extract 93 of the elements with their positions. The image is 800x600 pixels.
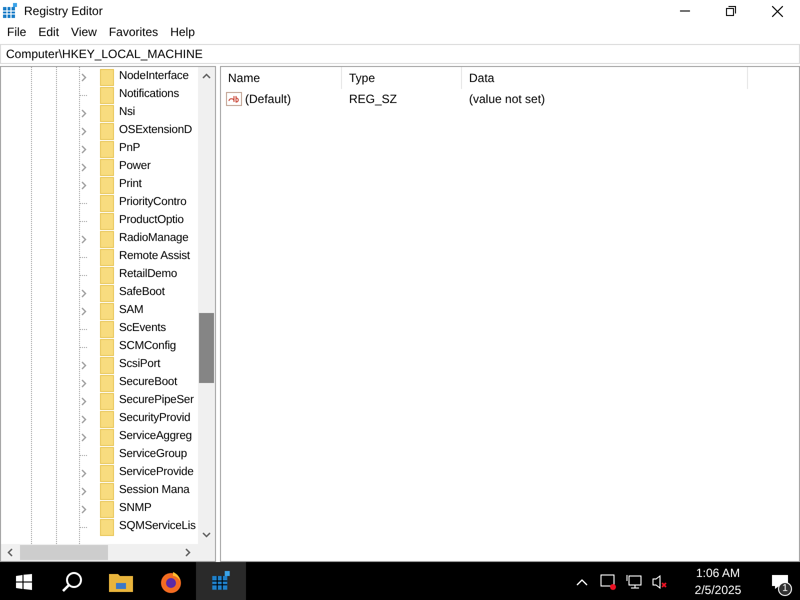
folder-icon xyxy=(100,464,114,482)
tree-item[interactable]: Notifications xyxy=(119,86,180,104)
menu-item[interactable]: Favorites xyxy=(102,22,164,42)
column-header[interactable]: Type xyxy=(342,67,462,89)
menu-item[interactable]: File xyxy=(1,22,32,42)
notification-count: 1 xyxy=(778,582,792,596)
column-header[interactable]: Data xyxy=(462,67,748,89)
folder-icon xyxy=(100,158,114,176)
folder-icon xyxy=(100,284,114,302)
tree-item[interactable]: SecurityProvid xyxy=(119,410,190,428)
folder-icon xyxy=(100,338,114,356)
tree-item[interactable]: PriorityContro xyxy=(119,194,186,212)
table-cell-text: (value not set) xyxy=(468,91,546,108)
string-value-icon xyxy=(226,92,242,106)
tree-item[interactable]: RadioManage xyxy=(119,230,188,248)
muted-speaker-icon[interactable] xyxy=(652,574,668,590)
folder-icon xyxy=(100,302,114,320)
close-icon xyxy=(772,6,782,16)
vertical-scrollbar[interactable] xyxy=(198,67,215,544)
clock-time[interactable]: 1:06 AM xyxy=(696,565,740,582)
menu-item[interactable]: Edit xyxy=(32,22,66,42)
menu-item[interactable]: Help xyxy=(164,22,201,42)
scroll-left-icon[interactable] xyxy=(7,548,13,557)
menu-item[interactable]: View xyxy=(65,22,103,42)
folder-icon xyxy=(100,446,114,464)
folder-icon xyxy=(100,410,114,428)
tree-item[interactable]: Print xyxy=(119,176,142,194)
horizontal-scrollbar[interactable] xyxy=(1,544,215,561)
folder-icon xyxy=(100,194,114,212)
folder-icon xyxy=(100,356,114,374)
registry-app-icon xyxy=(2,3,18,19)
tree-item[interactable]: ProductOptio xyxy=(119,212,184,230)
registry-taskbar-button[interactable] xyxy=(196,562,246,600)
folder-icon xyxy=(100,374,114,392)
address-bar[interactable]: Computer\HKEY_LOCAL_MACHINE xyxy=(0,44,800,64)
folder-icon xyxy=(100,140,114,158)
network-icon[interactable] xyxy=(626,574,642,590)
tree-item[interactable]: PnP xyxy=(119,140,140,158)
folder-icon xyxy=(109,572,133,592)
scroll-right-icon[interactable] xyxy=(185,548,191,557)
notification-button[interactable]: 1 xyxy=(760,562,800,600)
scrollbar-thumb[interactable] xyxy=(20,545,108,560)
search-icon xyxy=(61,571,83,593)
tree-item[interactable]: SafeBoot xyxy=(119,284,165,302)
windows-logo-icon xyxy=(16,574,32,590)
folder-icon xyxy=(100,68,114,86)
folder-icon xyxy=(100,518,114,536)
folder-icon xyxy=(100,86,114,104)
tree-item[interactable]: ServiceAggreg xyxy=(119,428,192,446)
tree-item[interactable]: ServiceGroup xyxy=(119,446,187,464)
tree-item[interactable]: Session Mana xyxy=(119,482,190,500)
tree-item[interactable]: SNMP xyxy=(119,500,152,518)
tree-item[interactable]: OSExtensionD xyxy=(119,122,192,140)
tree-item[interactable]: SQMServiceLis xyxy=(119,518,196,536)
tree-item[interactable]: ServiceProvide xyxy=(119,464,194,482)
folder-icon xyxy=(100,248,114,266)
folder-icon xyxy=(100,176,114,194)
folder-icon xyxy=(100,500,114,518)
tree-item[interactable]: Power xyxy=(119,158,151,176)
folder-icon xyxy=(100,122,114,140)
table-cell-text: (Default) xyxy=(245,91,292,108)
sync-status-icon[interactable] xyxy=(600,574,616,590)
scrollbar-thumb[interactable] xyxy=(199,313,214,383)
folder-icon xyxy=(100,230,114,248)
folder-icon xyxy=(100,428,114,446)
clock-date[interactable]: 2/5/2025 xyxy=(694,582,742,599)
scroll-down-icon[interactable] xyxy=(202,532,211,538)
folder-icon xyxy=(100,266,114,284)
tree-item[interactable]: SecureBoot xyxy=(119,374,178,392)
chevron-up-icon[interactable] xyxy=(576,578,588,586)
folder-icon xyxy=(100,320,114,338)
folder-icon xyxy=(100,212,114,230)
tree-item[interactable]: SecurePipeSer xyxy=(119,392,194,410)
scroll-up-icon[interactable] xyxy=(202,73,211,79)
tree-item[interactable]: Nsi xyxy=(119,104,136,122)
expand-chevron-icon[interactable] xyxy=(81,234,87,244)
window-title: Registry Editor xyxy=(24,3,103,20)
restore-icon xyxy=(726,6,736,16)
tree-item[interactable]: ScEvents xyxy=(119,320,166,338)
tree-item[interactable]: SAM xyxy=(119,302,144,320)
folder-icon xyxy=(100,482,114,500)
tree-item[interactable]: ScsiPort xyxy=(119,356,160,374)
expand-chevron-icon[interactable] xyxy=(81,72,87,82)
folder-icon xyxy=(100,104,114,122)
column-header[interactable]: Name xyxy=(221,67,342,89)
folder-icon xyxy=(100,392,114,410)
tree-item[interactable]: Remote Assist xyxy=(119,248,190,266)
registry-icon xyxy=(211,571,231,591)
tree-item[interactable]: NodeInterface xyxy=(119,68,189,86)
tree-item[interactable]: SCMConfig xyxy=(119,338,176,356)
browser-icon xyxy=(159,570,183,594)
table-cell-text: REG_SZ xyxy=(348,91,398,108)
tree-item[interactable]: RetailDemo xyxy=(119,266,178,284)
